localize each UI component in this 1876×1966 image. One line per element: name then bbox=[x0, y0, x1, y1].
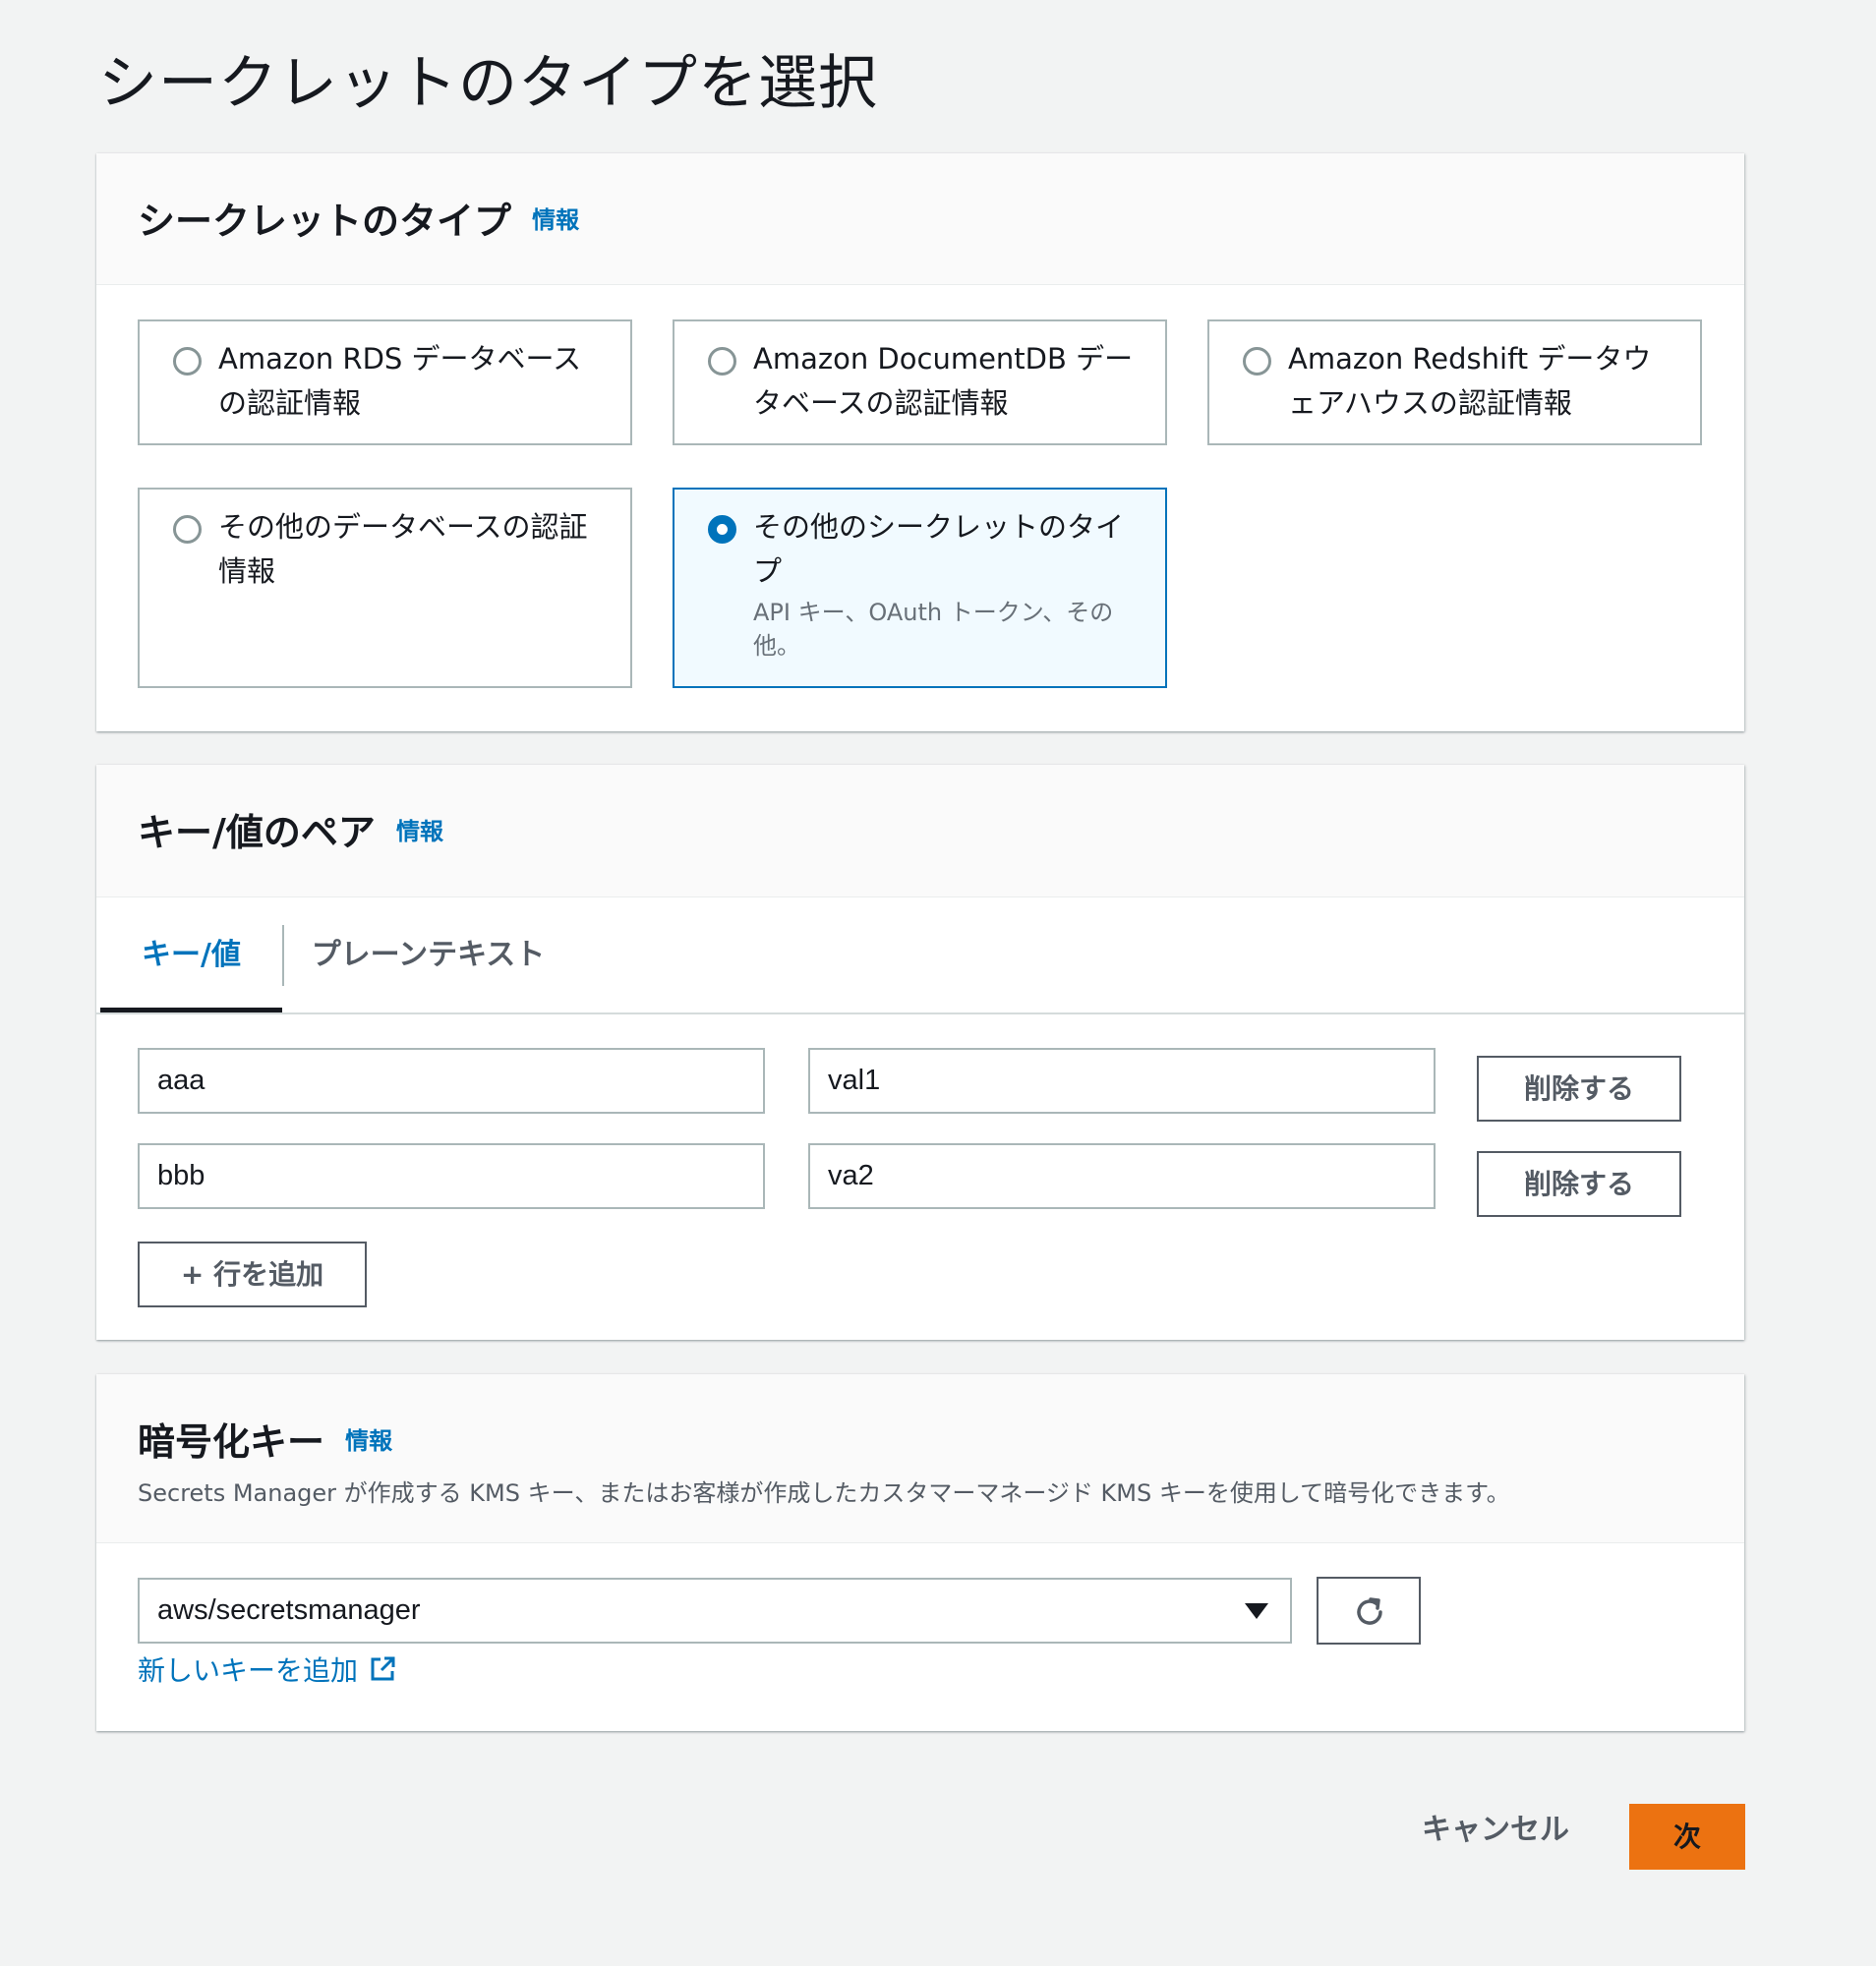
value-input[interactable]: va2 bbox=[808, 1143, 1436, 1209]
secret-type-info-link[interactable]: 情報 bbox=[532, 201, 579, 235]
value-input[interactable]: val1 bbox=[808, 1048, 1436, 1114]
key-input[interactable]: bbb bbox=[138, 1143, 765, 1209]
key-value-header: キー/値のペア 情報 bbox=[96, 765, 1744, 897]
option-rds[interactable]: Amazon RDS データベースの認証情報 bbox=[138, 319, 632, 445]
key-value-info-link[interactable]: 情報 bbox=[396, 812, 443, 846]
option-redshift-label: Amazon Redshift データウェアハウスの認証情報 bbox=[1288, 342, 1652, 420]
option-other-database-label: その他のデータベースの認証情報 bbox=[218, 510, 588, 588]
next-button[interactable]: 次 bbox=[1629, 1804, 1745, 1870]
add-new-key-label: 新しいキーを追加 bbox=[138, 1654, 359, 1687]
encryption-header: 暗号化キー 情報 Secrets Manager が作成する KMS キー、また… bbox=[96, 1374, 1744, 1543]
radio-icon[interactable] bbox=[1243, 347, 1271, 376]
option-other-secret-label: その他のシークレットのタイプ bbox=[753, 510, 1125, 588]
option-other-secret[interactable]: その他のシークレットのタイプ API キー、OAuth トークン、その他。 bbox=[673, 488, 1167, 688]
encryption-title: 暗号化キー bbox=[138, 1420, 325, 1464]
option-redshift[interactable]: Amazon Redshift データウェアハウスの認証情報 bbox=[1207, 319, 1702, 445]
key-value-tabs: キー/値 プレーンテキスト bbox=[96, 897, 1744, 1014]
radio-icon[interactable] bbox=[173, 347, 202, 376]
option-documentdb[interactable]: Amazon DocumentDB データベースの認証情報 bbox=[673, 319, 1167, 445]
key-value-title: キー/値のペア bbox=[138, 811, 376, 854]
key-input[interactable]: aaa bbox=[138, 1048, 765, 1114]
radio-icon[interactable] bbox=[173, 515, 202, 544]
secret-type-title: シークレットのタイプ bbox=[138, 200, 512, 243]
encryption-key-select[interactable]: aws/secretsmanager bbox=[138, 1578, 1292, 1644]
page-title: シークレットのタイプを選択 bbox=[98, 49, 878, 118]
encryption-description: Secrets Manager が作成する KMS キー、またはお客様が作成した… bbox=[138, 1479, 1510, 1507]
remove-row-button[interactable]: 削除する bbox=[1477, 1056, 1681, 1122]
option-other-database[interactable]: その他のデータベースの認証情報 bbox=[138, 488, 632, 688]
secret-type-panel: シークレットのタイプ 情報 Amazon RDS データベースの認証情報 Ama… bbox=[96, 153, 1744, 731]
key-value-panel: キー/値のペア 情報 キー/値 プレーンテキスト aaa val1 削除する b… bbox=[96, 765, 1744, 1340]
option-other-secret-description: API キー、OAuth トークン、その他。 bbox=[753, 599, 1114, 660]
chevron-down-icon bbox=[1245, 1603, 1268, 1619]
add-new-key-link[interactable]: 新しいキーを追加 bbox=[138, 1649, 397, 1689]
refresh-icon bbox=[1357, 1597, 1382, 1625]
remove-row-button[interactable]: 削除する bbox=[1477, 1151, 1681, 1217]
encryption-key-value: aws/secretsmanager bbox=[157, 1594, 421, 1626]
cancel-button[interactable]: キャンセル bbox=[1422, 1805, 1569, 1848]
refresh-button[interactable] bbox=[1317, 1577, 1421, 1645]
tab-key-value[interactable]: キー/値 bbox=[100, 897, 282, 1012]
external-link-icon bbox=[371, 1656, 395, 1681]
encryption-info-link[interactable]: 情報 bbox=[345, 1421, 392, 1456]
option-documentdb-label: Amazon DocumentDB データベースの認証情報 bbox=[753, 342, 1134, 420]
tab-divider bbox=[282, 925, 284, 986]
radio-icon[interactable] bbox=[708, 515, 736, 544]
radio-icon[interactable] bbox=[708, 347, 736, 376]
secret-type-header: シークレットのタイプ 情報 bbox=[96, 153, 1744, 285]
tab-plaintext[interactable]: プレーンテキスト bbox=[293, 897, 563, 1012]
option-rds-label: Amazon RDS データベースの認証情報 bbox=[218, 342, 582, 420]
encryption-panel: 暗号化キー 情報 Secrets Manager が作成する KMS キー、また… bbox=[96, 1374, 1744, 1731]
add-row-button[interactable]: + 行を追加 bbox=[138, 1242, 367, 1307]
